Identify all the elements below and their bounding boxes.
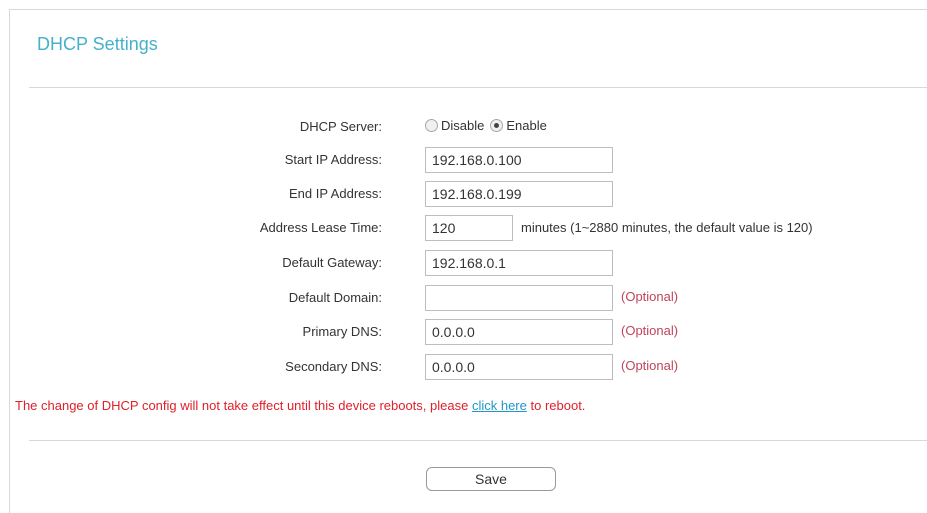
primary-dns-input[interactable] bbox=[425, 319, 613, 345]
dhcp-enable-radio[interactable] bbox=[490, 119, 504, 132]
secondary-dns-label: Secondary DNS: bbox=[285, 359, 382, 374]
dhcp-server-radio-group: Disable Enable bbox=[425, 118, 553, 133]
start-ip-input[interactable] bbox=[425, 147, 613, 173]
end-ip-label: End IP Address: bbox=[289, 186, 382, 201]
primary-dns-optional-tag: (Optional) bbox=[621, 323, 679, 338]
start-ip-row: Start IP Address: bbox=[0, 147, 927, 173]
gateway-row: Default Gateway: bbox=[0, 250, 927, 276]
gateway-input[interactable] bbox=[425, 250, 613, 276]
gateway-label: Default Gateway: bbox=[282, 255, 382, 270]
lease-time-hint: minutes (1~2880 minutes, the default val… bbox=[521, 220, 813, 235]
reboot-notice-text: The change of DHCP config will not take … bbox=[15, 398, 472, 413]
secondary-dns-optional-tag: (Optional) bbox=[621, 358, 679, 373]
primary-dns-label: Primary DNS: bbox=[302, 324, 382, 339]
domain-optional-tag: (Optional) bbox=[621, 289, 679, 304]
dhcp-disable-radio[interactable] bbox=[425, 119, 438, 132]
secondary-dns-input[interactable] bbox=[425, 354, 613, 380]
lease-time-label: Address Lease Time: bbox=[259, 220, 382, 235]
dhcp-disable-label[interactable]: Disable bbox=[441, 118, 484, 133]
end-ip-row: End IP Address: bbox=[0, 181, 927, 207]
panel-top-border bbox=[9, 9, 927, 10]
dhcp-server-label: DHCP Server: bbox=[299, 119, 382, 134]
lease-time-row: Address Lease Time: minutes (1~2880 minu… bbox=[0, 215, 927, 241]
domain-input[interactable] bbox=[425, 285, 613, 311]
save-button[interactable]: Save bbox=[426, 467, 556, 491]
secondary-dns-row: Secondary DNS: (Optional) bbox=[0, 354, 927, 380]
dhcp-enable-label[interactable]: Enable bbox=[506, 118, 546, 133]
dhcp-server-row: DHCP Server: Disable Enable bbox=[0, 114, 927, 140]
reboot-notice-suffix: to reboot. bbox=[526, 398, 586, 413]
domain-label: Default Domain: bbox=[288, 290, 382, 305]
divider bbox=[29, 87, 927, 88]
reboot-link[interactable]: click here bbox=[472, 398, 527, 413]
reboot-notice: The change of DHCP config will not take … bbox=[15, 398, 585, 413]
domain-row: Default Domain: (Optional) bbox=[0, 285, 927, 311]
primary-dns-row: Primary DNS: (Optional) bbox=[0, 319, 927, 345]
page-title: DHCP Settings bbox=[37, 34, 158, 54]
lease-time-input[interactable] bbox=[425, 215, 513, 241]
end-ip-input[interactable] bbox=[425, 181, 613, 207]
divider bbox=[29, 440, 927, 441]
start-ip-label: Start IP Address: bbox=[284, 152, 382, 167]
